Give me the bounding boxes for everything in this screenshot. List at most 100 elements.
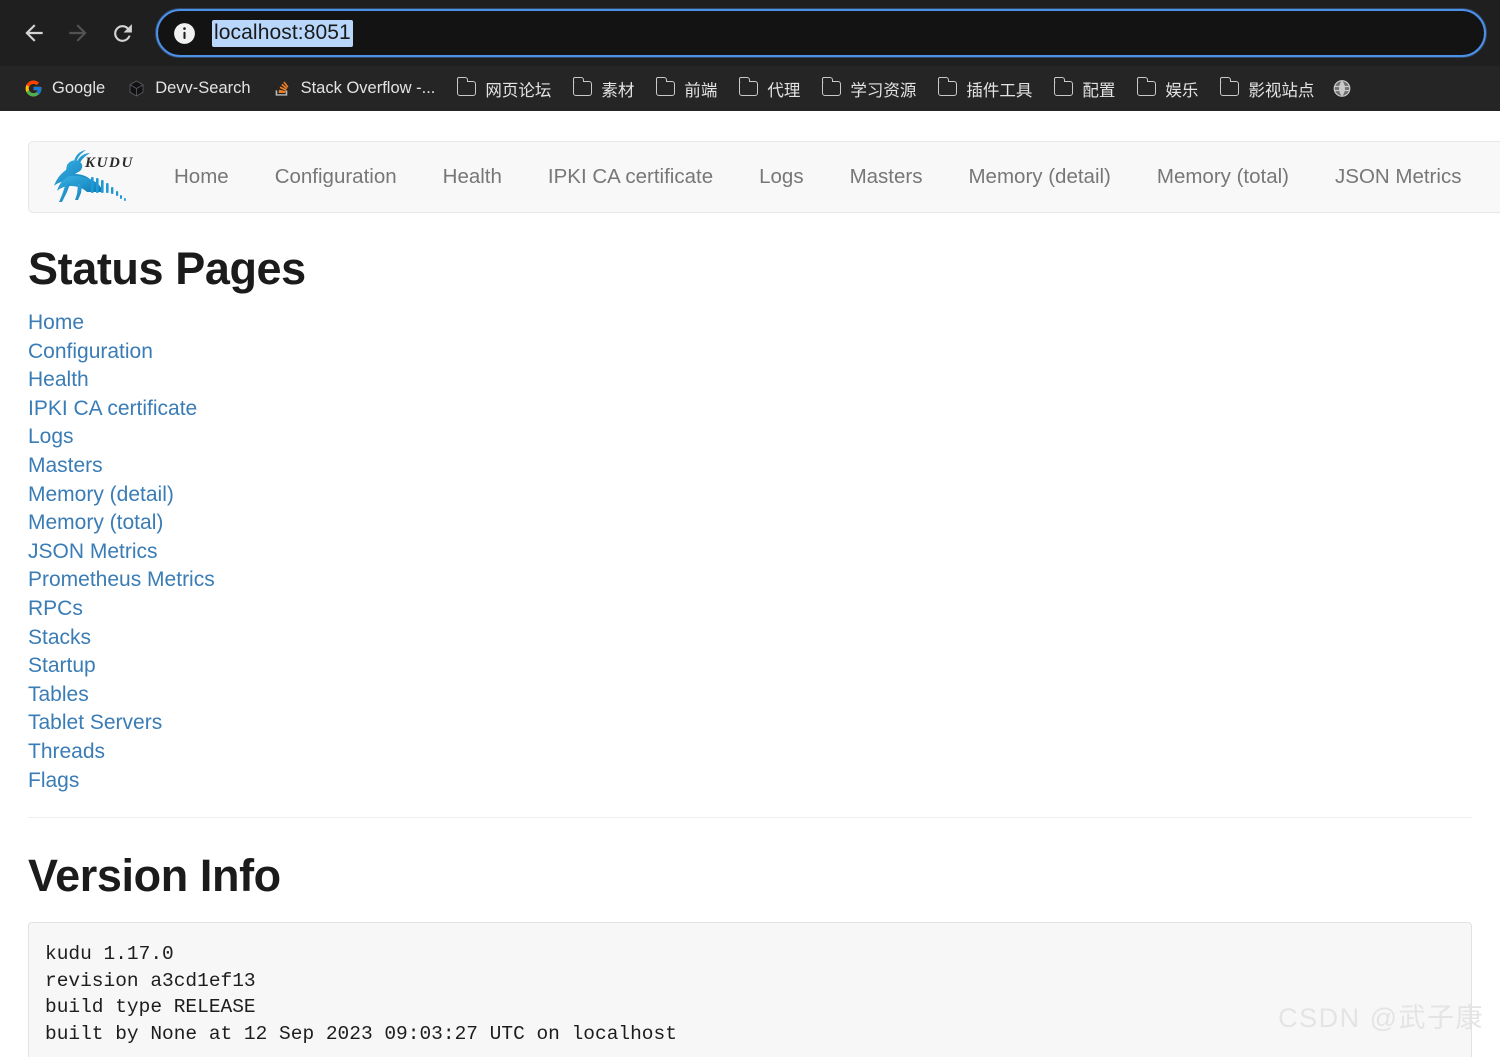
bookmark-label: 娱乐 (1165, 81, 1199, 100)
bookmark-globe[interactable] (1326, 73, 1358, 105)
folder-icon (456, 76, 476, 99)
kudu-wordmark: KUDU (84, 155, 133, 171)
status-link-memory-total[interactable]: Memory (total) (28, 509, 163, 538)
status-link-json-metrics[interactable]: JSON Metrics (28, 538, 158, 567)
bookmark-folder-qianduan[interactable]: 前端 (646, 73, 726, 105)
site-info-icon[interactable] (166, 15, 202, 51)
reload-icon (113, 23, 132, 42)
list-item: Memory (detail) (28, 481, 1472, 510)
version-info-block: kudu 1.17.0 revision a3cd1ef13 build typ… (28, 922, 1472, 1057)
status-link-masters[interactable]: Masters (28, 452, 103, 481)
page-content: KUDU Home Configuration Health IPKI CA c… (0, 111, 1500, 1057)
status-link-threads[interactable]: Threads (28, 738, 105, 767)
section-divider (28, 817, 1472, 819)
bookmark-label: 学习资源 (850, 81, 917, 100)
list-item: Startup (28, 652, 1472, 681)
folder-icon (655, 76, 675, 99)
folder-icon (1053, 76, 1073, 99)
status-link-flags[interactable]: Flags (28, 767, 79, 796)
bookmark-devv-search[interactable]: Devv-Search (117, 73, 259, 105)
bookmark-folder-chajiangongju[interactable]: 插件工具 (928, 73, 1041, 105)
list-item: JSON Metrics (28, 538, 1472, 567)
arrow-right-icon (69, 24, 87, 42)
bookmarks-bar: Google Devv-Search Stack Overflow -... 网… (0, 66, 1500, 111)
bookmark-stack-overflow[interactable]: Stack Overflow -... (263, 73, 445, 105)
page-title-version-info: Version Info (28, 850, 281, 902)
bookmark-folder-daili[interactable]: 代理 (729, 73, 809, 105)
nav-item-memory-total[interactable]: Memory (total) (1134, 141, 1312, 213)
nav-item-configuration[interactable]: Configuration (252, 141, 420, 213)
status-pages-link-list: Home Configuration Health IPKI CA certif… (28, 309, 1472, 795)
list-item: IPKI CA certificate (28, 395, 1472, 424)
status-link-health[interactable]: Health (28, 366, 89, 395)
folder-icon (572, 76, 592, 99)
list-item: Configuration (28, 338, 1472, 367)
bookmark-folder-wangye-luntan[interactable]: 网页论坛 (447, 73, 560, 105)
status-link-rpcs[interactable]: RPCs (28, 595, 83, 624)
folder-icon (937, 76, 957, 99)
list-item: Tables (28, 681, 1472, 710)
bookmark-label: 配置 (1082, 81, 1116, 100)
list-item: Masters (28, 452, 1472, 481)
bookmark-google[interactable]: Google (14, 73, 114, 105)
globe-icon (1332, 79, 1352, 99)
status-link-configuration[interactable]: Configuration (28, 338, 153, 367)
kudu-logo[interactable]: KUDU (47, 150, 133, 204)
list-item: Flags (28, 767, 1472, 796)
info-circle-icon (173, 22, 195, 44)
reload-button[interactable] (100, 11, 144, 55)
stackoverflow-icon (272, 79, 292, 99)
kudu-nav-links: Home Configuration Health IPKI CA certif… (151, 142, 1500, 212)
folder-icon (1136, 76, 1156, 99)
bookmark-label: Google (52, 79, 106, 97)
bookmark-label: 素材 (601, 81, 635, 100)
status-link-ipki-ca-certificate[interactable]: IPKI CA certificate (28, 395, 197, 424)
google-icon (23, 79, 43, 99)
bookmark-label: Stack Overflow -... (300, 79, 436, 97)
nav-item-prometheus-metrics[interactable]: Prometheus Metrics (1484, 141, 1500, 213)
nav-item-logs[interactable]: Logs (736, 141, 826, 213)
nav-item-memory-detail[interactable]: Memory (detail) (945, 141, 1133, 213)
status-link-logs[interactable]: Logs (28, 423, 74, 452)
arrow-left-icon (25, 24, 43, 42)
status-link-memory-detail[interactable]: Memory (detail) (28, 481, 174, 510)
bookmark-folder-yule[interactable]: 娱乐 (1127, 73, 1207, 105)
bookmark-label: 插件工具 (966, 81, 1033, 100)
nav-item-ipki-ca-certificate[interactable]: IPKI CA certificate (525, 141, 736, 213)
status-link-startup[interactable]: Startup (28, 652, 96, 681)
url-input[interactable]: localhost:8051 (212, 19, 353, 47)
bookmark-folder-sucai[interactable]: 素材 (563, 73, 643, 105)
status-link-stacks[interactable]: Stacks (28, 624, 91, 653)
bookmark-label: 代理 (767, 81, 801, 100)
cube-icon (126, 79, 146, 99)
status-link-prometheus-metrics[interactable]: Prometheus Metrics (28, 566, 215, 595)
back-button[interactable] (12, 11, 56, 55)
list-item: Threads (28, 738, 1472, 767)
list-item: Health (28, 366, 1472, 395)
nav-item-health[interactable]: Health (420, 141, 525, 213)
nav-item-json-metrics[interactable]: JSON Metrics (1312, 141, 1484, 213)
status-link-tables[interactable]: Tables (28, 681, 89, 710)
list-item: Memory (total) (28, 509, 1472, 538)
kudu-antelope-logo-icon: KUDU (54, 150, 133, 202)
folder-icon (1219, 76, 1239, 99)
address-bar[interactable]: localhost:8051 (156, 9, 1486, 57)
bookmark-folder-peizhi[interactable]: 配置 (1044, 73, 1124, 105)
nav-item-masters[interactable]: Masters (827, 141, 946, 213)
content-container: KUDU Home Configuration Health IPKI CA c… (0, 141, 1500, 1057)
forward-button[interactable] (56, 11, 100, 55)
status-link-home[interactable]: Home (28, 309, 84, 338)
browser-chrome: localhost:8051 Google Devv-Search Stack … (0, 0, 1500, 111)
nav-item-home[interactable]: Home (151, 141, 252, 213)
bookmark-label: 前端 (684, 81, 718, 100)
status-link-tablet-servers[interactable]: Tablet Servers (28, 709, 162, 738)
list-item: Home (28, 309, 1472, 338)
bookmark-label: Devv-Search (155, 79, 251, 97)
list-item: Prometheus Metrics (28, 566, 1472, 595)
bookmark-folder-xuexiziyuan[interactable]: 学习资源 (812, 73, 925, 105)
bookmark-label: 影视站点 (1248, 81, 1315, 100)
list-item: RPCs (28, 595, 1472, 624)
address-bar-container: localhost:8051 (156, 9, 1486, 57)
bookmark-folder-yingshizhandian[interactable]: 影视站点 (1210, 73, 1323, 105)
list-item: Logs (28, 423, 1472, 452)
